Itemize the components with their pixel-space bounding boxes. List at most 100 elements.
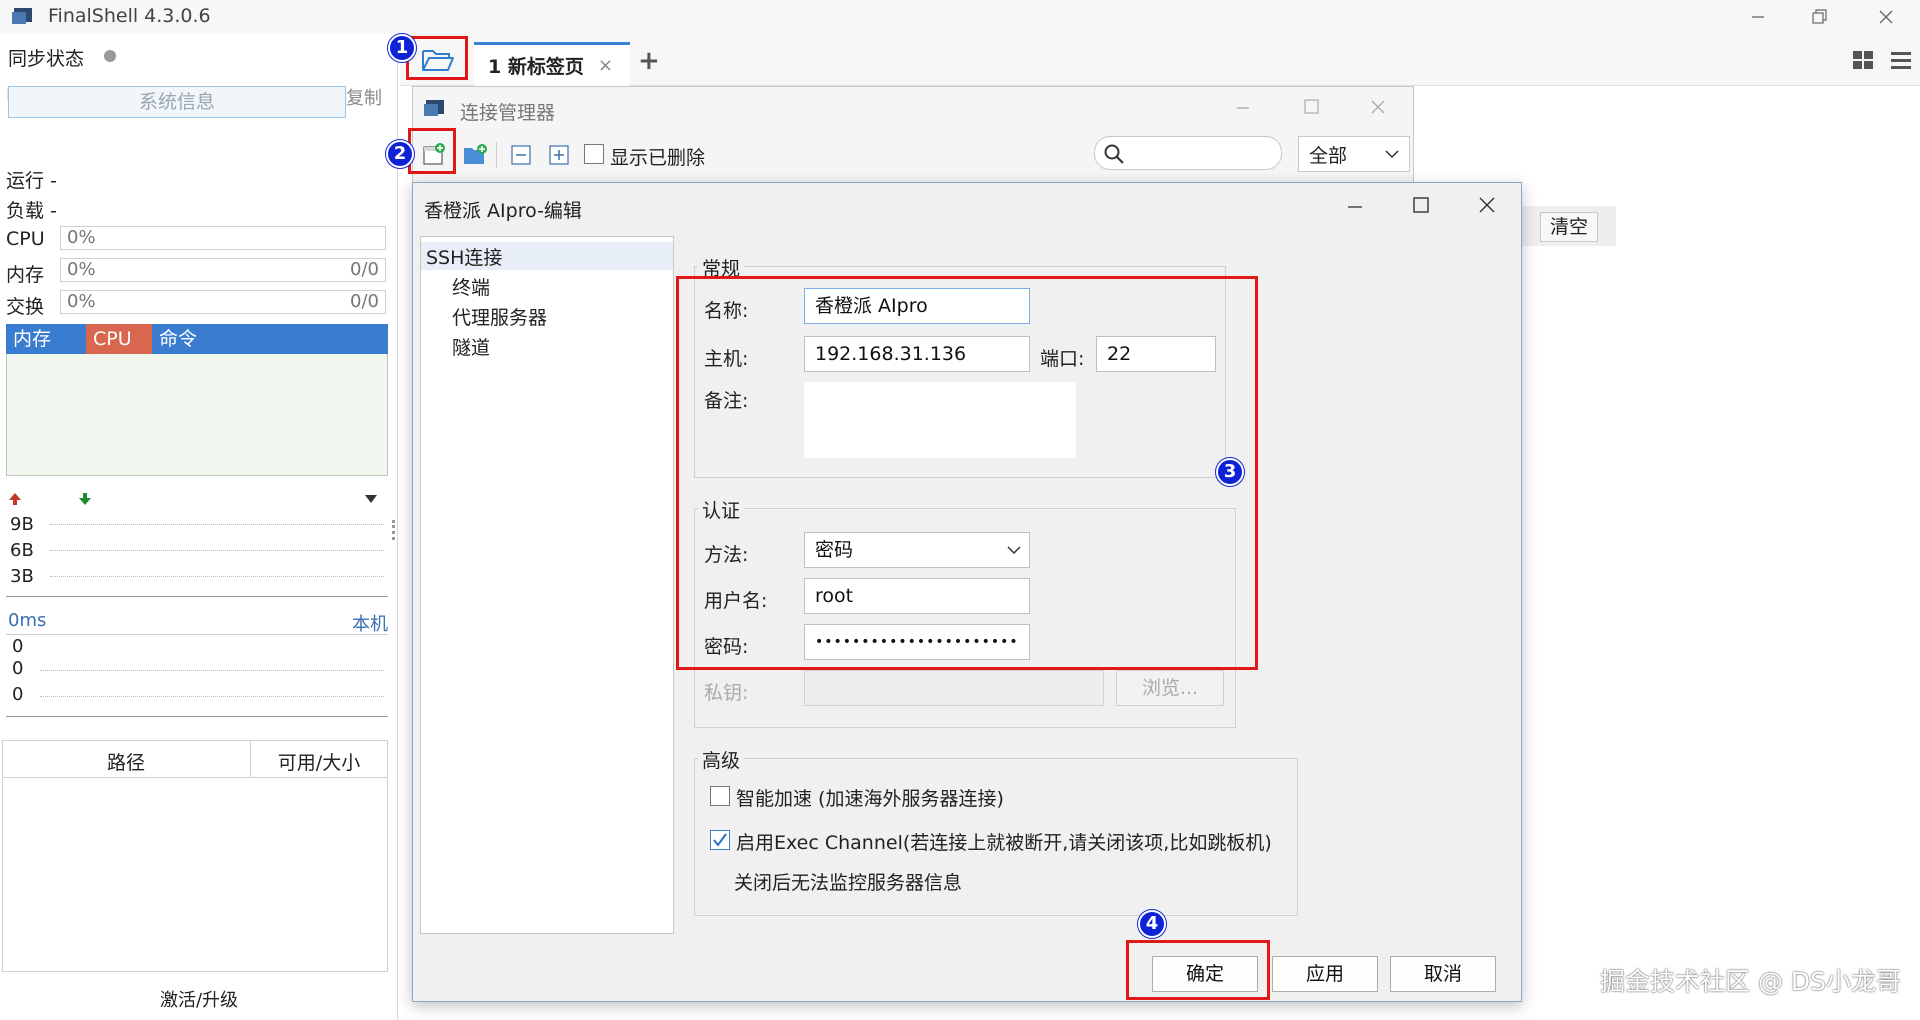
memory-meter-label: 内存: [6, 264, 45, 286]
local-label[interactable]: 本机: [352, 610, 388, 636]
nav-item-terminal[interactable]: 终端: [452, 273, 490, 300]
close-icon: [1479, 197, 1495, 213]
close-icon: [1371, 100, 1385, 114]
upload-arrow-icon: [9, 493, 21, 505]
sync-status-dot: [104, 50, 116, 62]
cpu-meter-label: CPU: [6, 228, 45, 250]
minimize-button[interactable]: [1728, 2, 1788, 32]
dropdown-triangle-icon[interactable]: [364, 494, 378, 504]
nav-item-proxy[interactable]: 代理服务器: [452, 303, 547, 330]
show-deleted-checkbox[interactable]: [584, 144, 604, 164]
clear-button[interactable]: 清空: [1540, 212, 1598, 242]
new-folder-icon[interactable]: [462, 142, 488, 166]
memory-ratio: 0/0: [350, 259, 379, 280]
tab-close-icon[interactable]: ×: [598, 55, 613, 76]
process-list[interactable]: [6, 354, 388, 476]
minimize-icon: [1237, 107, 1249, 109]
copy-ip-link[interactable]: 复制: [346, 84, 382, 110]
step-badge-1: 1: [388, 34, 416, 62]
connection-search-input[interactable]: [1094, 136, 1282, 170]
divider: [6, 596, 388, 597]
private-key-input: [804, 670, 1104, 706]
cm-maximize-button[interactable]: [1304, 98, 1320, 120]
highlight-ok-button: [1126, 940, 1270, 1000]
latency-tick: 0: [12, 636, 24, 657]
cpu-percent: 0%: [67, 227, 96, 248]
activate-upgrade-link[interactable]: 激活/升级: [0, 986, 398, 1012]
tab-new-tab[interactable]: 1 新标签页 ×: [474, 42, 630, 86]
search-icon: [1104, 144, 1124, 164]
dialog-maximize-button[interactable]: [1412, 196, 1430, 219]
highlight-open-manager: [406, 36, 468, 80]
tab-label: 1 新标签页: [488, 56, 584, 78]
disk-path-header[interactable]: 路径: [2, 748, 250, 775]
minimize-icon: [1348, 206, 1362, 208]
exec-channel-label: 启用Exec Channel(若连接上就被断开,请关闭该项,比如跳板机): [736, 832, 1272, 854]
download-arrow-icon: [79, 493, 91, 505]
smart-accel-label: 智能加速 (加速海外服务器连接): [736, 788, 1004, 810]
load-label: 负载 -: [6, 200, 57, 222]
browse-button: 浏览...: [1116, 670, 1224, 706]
close-icon: [1879, 10, 1893, 24]
swap-meter-label: 交换: [6, 296, 45, 318]
swap-percent: 0%: [67, 291, 96, 312]
system-info-button[interactable]: 系统信息: [8, 86, 346, 118]
collapse-all-icon[interactable]: [510, 144, 532, 166]
dialog-title: 香橙派 AIpro-编辑: [424, 200, 582, 222]
net-tick: 6B: [10, 540, 34, 561]
filter-value: 全部: [1309, 144, 1348, 167]
grid-view-icon[interactable]: [1852, 50, 1874, 70]
add-tab-button[interactable]: +: [638, 46, 660, 76]
watermark-text: 掘金技术社区 @ DS小龙哥: [1600, 967, 1902, 996]
nav-item-ssh[interactable]: SSH连接: [426, 243, 502, 270]
tab-process-memory[interactable]: 内存: [6, 324, 86, 354]
memory-percent: 0%: [67, 259, 96, 280]
cancel-button[interactable]: 取消: [1390, 956, 1496, 992]
cm-minimize-button[interactable]: [1236, 98, 1250, 120]
latency-tick: 0: [12, 684, 24, 705]
connection-filter-select[interactable]: 全部: [1298, 136, 1410, 172]
connection-manager-title: 连接管理器: [460, 102, 556, 124]
sync-status-label: 同步状态: [8, 48, 85, 70]
resize-handle[interactable]: [392, 520, 396, 540]
divider: [6, 716, 388, 717]
private-key-label: 私钥:: [704, 682, 749, 704]
smart-accel-checkbox[interactable]: [710, 786, 730, 806]
maximize-icon: [1413, 197, 1429, 213]
disk-size-header[interactable]: 可用/大小: [250, 748, 388, 775]
latency-value: 0ms: [8, 610, 47, 631]
divider: [6, 634, 388, 635]
finalshell-logo-icon: [12, 8, 32, 24]
restore-icon: [1812, 9, 1827, 24]
exec-channel-note: 关闭后无法监控服务器信息: [734, 872, 963, 894]
close-window-button[interactable]: [1856, 2, 1916, 32]
expand-all-icon[interactable]: [548, 144, 570, 166]
grid-line: [40, 670, 384, 671]
step-badge-2: 2: [386, 140, 414, 168]
chevron-down-icon: [1385, 150, 1399, 159]
grid-line: [40, 696, 384, 697]
step-badge-4: 4: [1138, 910, 1166, 938]
dialog-close-button[interactable]: [1478, 196, 1496, 219]
maximize-button[interactable]: [1790, 2, 1850, 32]
cm-close-button[interactable]: [1370, 98, 1386, 120]
net-tick: 9B: [10, 514, 34, 535]
tab-process-cpu[interactable]: CPU: [86, 324, 152, 354]
highlight-connection-fields: [676, 276, 1258, 670]
app-titlebar: [0, 0, 1920, 34]
app-title: FinalShell 4.3.0.6: [48, 5, 211, 27]
swap-ratio: 0/0: [350, 291, 379, 312]
disk-table-body[interactable]: [2, 778, 388, 972]
connection-manager-logo-icon: [424, 100, 444, 116]
nav-item-tunnel[interactable]: 隧道: [452, 333, 490, 360]
tab-process-command[interactable]: 命令: [152, 324, 232, 354]
grid-line: [50, 550, 384, 551]
apply-button[interactable]: 应用: [1272, 956, 1378, 992]
step-badge-3: 3: [1216, 458, 1244, 486]
cpu-meter: 0%: [60, 226, 386, 250]
dialog-minimize-button[interactable]: [1346, 198, 1364, 221]
menu-icon[interactable]: [1890, 50, 1912, 70]
grid-line: [50, 576, 384, 577]
minimize-icon: [1752, 16, 1764, 18]
exec-channel-checkbox[interactable]: [710, 830, 730, 850]
